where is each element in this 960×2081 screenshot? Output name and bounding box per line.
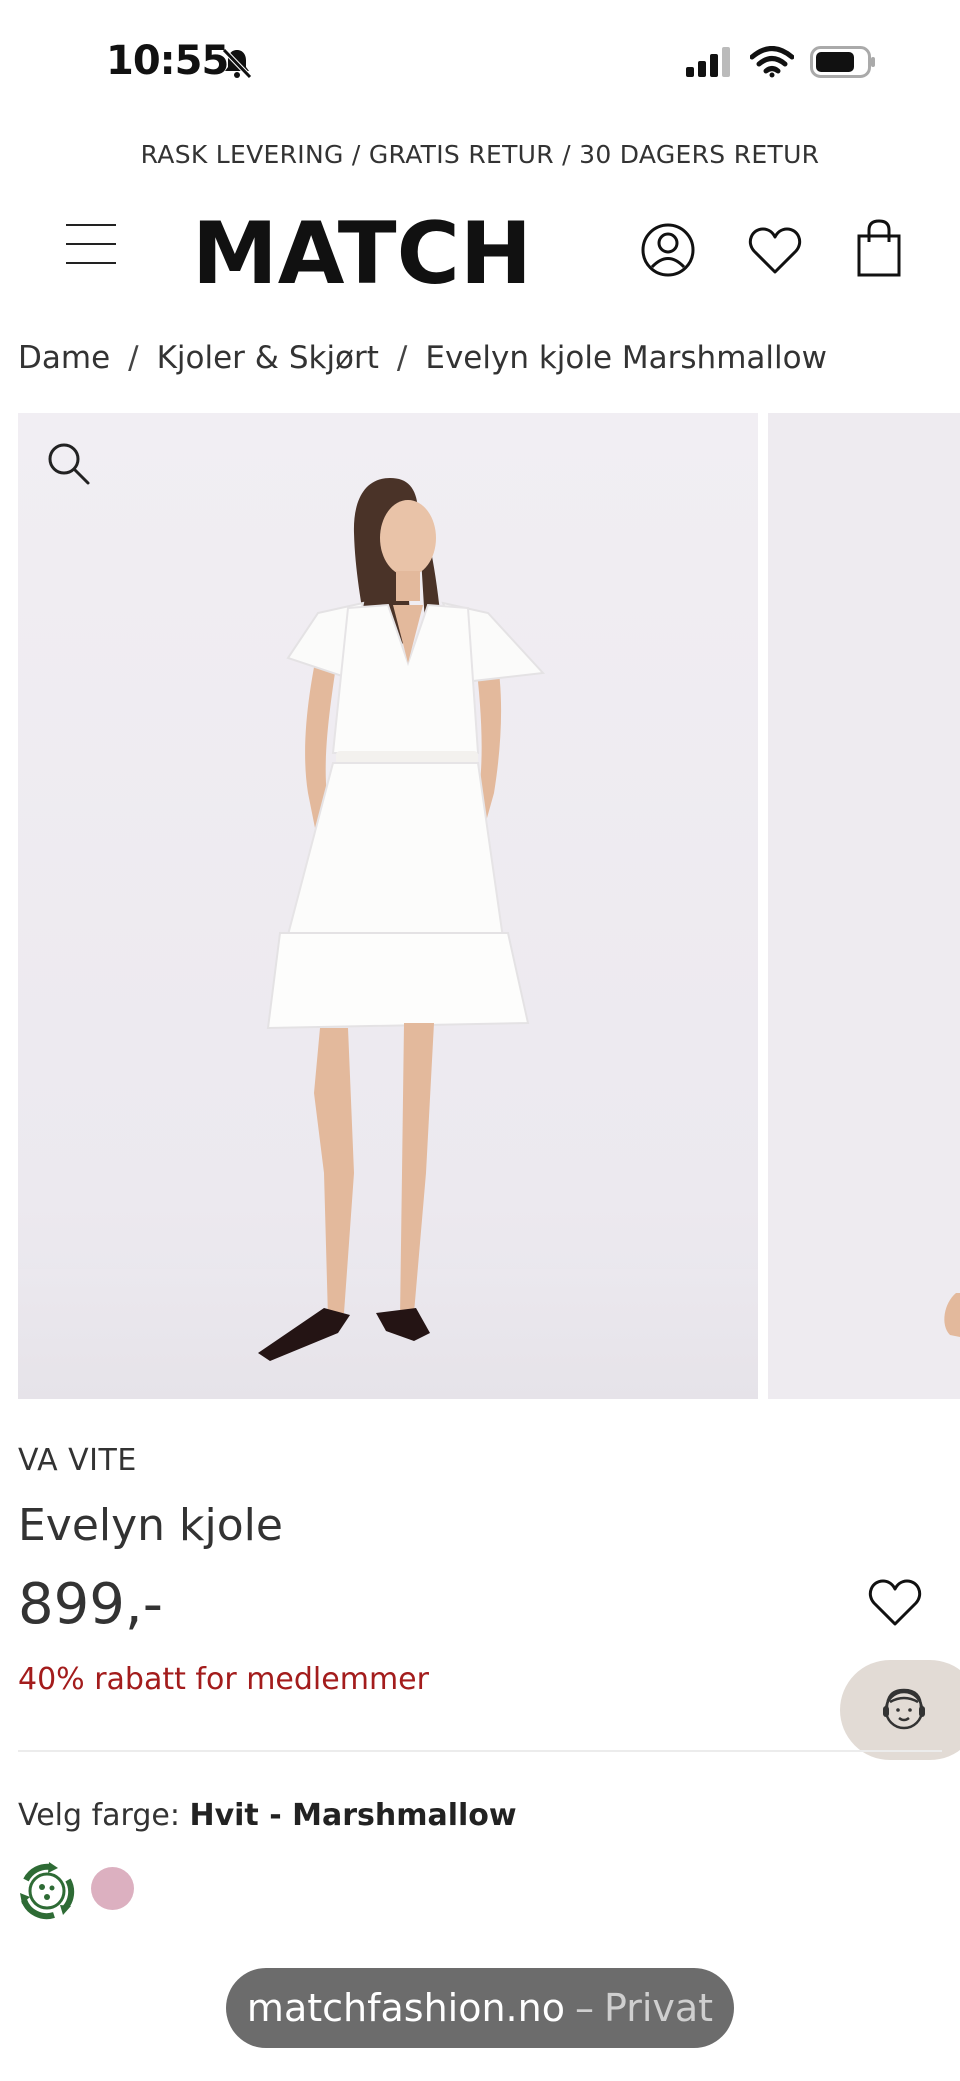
logo-link[interactable]: MATCH [192, 204, 532, 304]
product-photo-model [258, 478, 546, 1361]
bell-muted-icon [220, 46, 254, 84]
search-icon [48, 443, 90, 485]
eco-cycle-icon [20, 1862, 75, 1920]
account-button[interactable] [640, 222, 696, 282]
product-image-main[interactable] [18, 413, 758, 1399]
heart-icon [748, 227, 802, 274]
breadcrumb-separator: / [128, 340, 139, 376]
breadcrumb: Dame / Kjoler & Skjørt / Evelyn kjole Ma… [18, 340, 827, 376]
product-price: 899,- [18, 1572, 163, 1637]
menu-icon-line [66, 224, 116, 226]
menu-icon-line [66, 243, 116, 245]
browser-mode-label: Privat [603, 1986, 714, 2030]
url-domain: matchfashion.no [246, 1986, 565, 2030]
bag-icon [857, 219, 901, 277]
match-logo: MATCH [192, 204, 532, 304]
product-title: Evelyn kjole [18, 1500, 283, 1551]
breadcrumb-item-current: Evelyn kjole Marshmallow [425, 340, 827, 376]
breadcrumb-item-kjoler[interactable]: Kjoler & Skjørt [157, 340, 379, 376]
battery-icon [810, 46, 875, 78]
selected-color: Hvit - Marshmallow [189, 1798, 517, 1833]
product-gallery[interactable] [18, 413, 960, 1399]
member-discount-text: 40% rabatt for medlemmer [18, 1662, 429, 1697]
zoom-button[interactable] [46, 441, 92, 491]
product-brand[interactable]: VA VITE [18, 1443, 137, 1478]
breadcrumb-item-dame[interactable]: Dame [18, 340, 110, 376]
svg-text:MATCH: MATCH [192, 215, 532, 287]
product-image-next[interactable] [768, 413, 960, 1399]
status-bar: 10:55 [0, 0, 960, 130]
color-swatch-white[interactable] [16, 1860, 78, 1926]
wifi-icon [750, 46, 794, 78]
color-swatch-pink[interactable] [91, 1867, 134, 1910]
menu-icon-line [66, 262, 116, 264]
signal-icon [686, 47, 730, 77]
heart-icon [868, 1579, 922, 1626]
color-label: Velg farge: [18, 1798, 180, 1833]
status-indicators [686, 46, 876, 78]
account-icon [641, 223, 695, 277]
support-agent-icon [883, 1688, 925, 1730]
menu-button[interactable] [66, 224, 116, 268]
url-dash: – [574, 1986, 594, 2030]
breadcrumb-separator: / [396, 340, 408, 376]
add-to-wishlist-button[interactable] [868, 1578, 922, 1632]
product-photo-partial [944, 1293, 960, 1337]
browser-url-bar[interactable]: matchfashion.no – Privat [226, 1968, 734, 2048]
promo-banner: RASK LEVERING / GRATIS RETUR / 30 DAGERS… [140, 140, 820, 169]
cart-button[interactable] [855, 218, 903, 282]
status-time: 10:55 [106, 38, 229, 84]
divider [18, 1750, 942, 1752]
wishlist-button[interactable] [748, 226, 802, 280]
color-selector-label: Velg farge: Hvit - Marshmallow [18, 1798, 517, 1833]
customer-service-button[interactable] [840, 1660, 960, 1760]
